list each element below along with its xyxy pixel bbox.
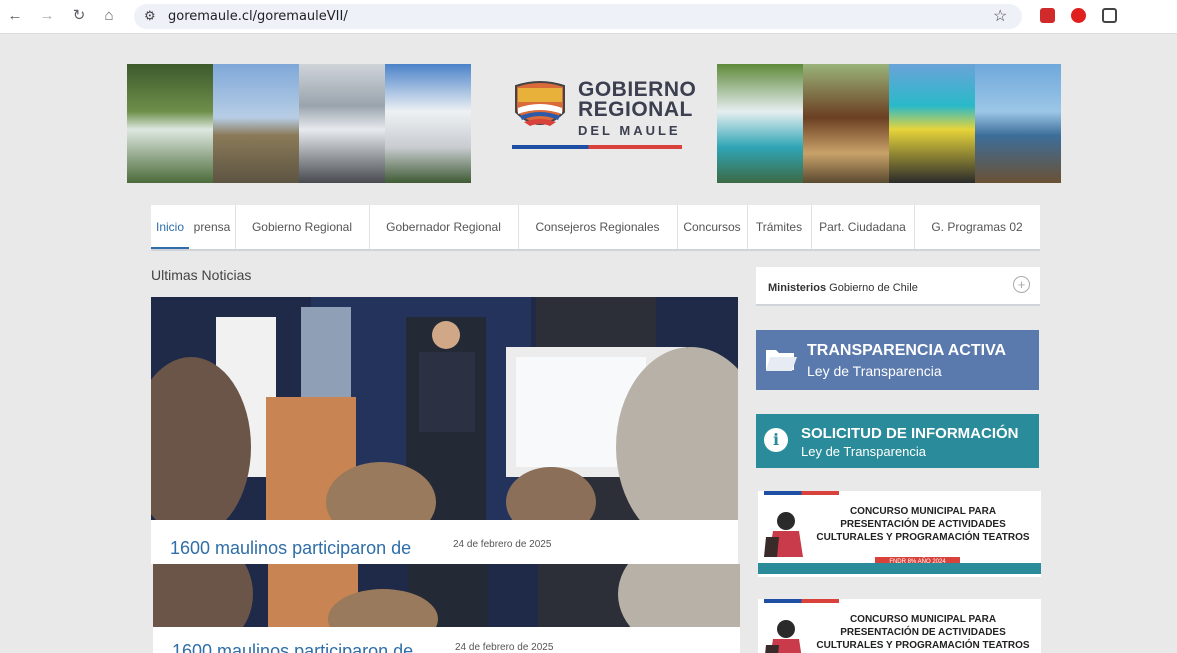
flag-stripe [764,599,839,603]
home-icon[interactable]: ⌂ [100,7,118,25]
logo-line-2: REGIONAL [578,98,693,121]
site-settings-icon[interactable]: ⚙ [144,8,156,24]
news-date: 24 de febrero de 2025 [455,642,554,653]
transparencia-title: TRANSPARENCIA ACTIVA [807,342,1007,359]
news-image[interactable] [151,297,738,520]
forward-arrow-icon[interactable]: → [38,7,56,25]
nav-gobernador-regional[interactable]: Gobernador Regional [369,205,519,249]
concurso-text: CONCURSO MUNICIPAL PARA PRESENTACIÓN DE … [798,613,1041,652]
solicitud-informacion-banner[interactable]: i SOLICITUD DE INFORMACIÓN Ley de Transp… [756,414,1039,468]
reload-icon[interactable]: ↻ [70,7,88,25]
lagoon-photo [717,64,803,183]
news-photo [153,564,740,627]
solicitud-title: SOLICITUD DE INFORMACIÓN [801,425,1019,442]
coast-photo [975,64,1061,183]
nav-prensa[interactable]: prensa [189,205,236,249]
expand-plus-icon[interactable]: + [1013,276,1030,293]
news-image[interactable] [153,564,740,627]
nav-consejeros-regionales[interactable]: Consejeros Regionales [518,205,678,249]
horses-photo [803,64,889,183]
concurso-text: CONCURSO MUNICIPAL PARA PRESENTACIÓN DE … [798,505,1041,544]
ministerios-label: Ministerios Gobierno de Chile [768,282,918,294]
section-title: Ultimas Noticias [151,267,252,283]
news-date: 24 de febrero de 2025 [453,539,552,550]
nav-tramites[interactable]: Trámites [747,205,812,249]
concurso-line-3: CULTURALES Y PROGRAMACIÓN TEATROS [816,640,1030,651]
sign-photo [213,64,299,183]
logo-line-3: DEL MAULE [578,123,681,138]
train-photo [889,64,975,183]
nav-inicio[interactable]: Inicio [151,205,189,249]
concurso-banner[interactable]: CONCURSO MUNICIPAL PARA PRESENTACIÓN DE … [758,599,1041,653]
volcano-photo [299,64,385,183]
logo-wordmark: GOBIERNO REGIONAL DEL MAULE [578,78,697,141]
pdf-extension-icon[interactable] [1040,8,1055,23]
waterfall-photo [127,64,213,183]
page-content: GOBIERNO REGIONAL DEL MAULE Inicio prens… [0,34,1177,653]
concurso-line-3: CULTURALES Y PROGRAMACIÓN TEATROS [816,532,1030,543]
nav-g-programas[interactable]: G. Programas 02 [914,205,1040,249]
gobierno-regional-logo[interactable]: GOBIERNO REGIONAL DEL MAULE [510,78,696,153]
flag-stripe [764,491,839,495]
news-card[interactable]: 1600 maulinos participaron de 24 de febr… [151,520,738,564]
address-bar[interactable]: ⚙ goremaule.cl/goremauleVII/ [134,4,1022,29]
concurso-bottom-bar [758,563,1041,574]
banner-right-photos [717,64,1061,183]
main-navigation: Inicio prensa Gobierno Regional Gobernad… [151,205,1040,251]
url-text: goremaule.cl/goremauleVII/ [168,9,348,24]
transparencia-activa-banner[interactable]: TRANSPARENCIA ACTIVA Ley de Transparenci… [756,330,1039,390]
info-icon: i [764,428,788,452]
folder-icon [766,350,797,371]
ministerios-panel[interactable]: Ministerios Gobierno de Chile + [756,267,1040,306]
concurso-line-1: CONCURSO MUNICIPAL PARA [849,614,997,625]
nav-gobierno-regional[interactable]: Gobierno Regional [235,205,370,249]
building-photo [385,64,471,183]
back-arrow-icon[interactable]: ← [6,7,24,25]
ministerios-bold: Ministerios [768,282,827,294]
ministerios-rest: Gobierno de Chile [829,282,918,294]
transparencia-subtitle: Ley de Transparencia [807,363,942,379]
logo-line-1: GOBIERNO [578,78,697,101]
banner-left-photos [127,64,471,183]
concurso-line-2: PRESENTACIÓN DE ACTIVIDADES [840,627,1006,638]
news-card[interactable]: 1600 maulinos participaron de 24 de febr… [153,627,740,653]
browser-toolbar: ← → ↻ ⌂ ⚙ goremaule.cl/goremauleVII/ ☆ [0,0,1177,34]
bookmark-star-icon[interactable]: ☆ [993,6,1007,26]
concurso-banner[interactable]: CONCURSO MUNICIPAL PARA PRESENTACIÓN DE … [758,491,1041,577]
opera-extension-icon[interactable] [1071,8,1086,23]
news-photo [151,297,738,520]
concurso-line-2: PRESENTACIÓN DE ACTIVIDADES [840,519,1006,530]
logo-flag-bar [512,145,682,149]
extensions-puzzle-icon[interactable] [1102,8,1117,23]
news-title[interactable]: 1600 maulinos participaron de [172,641,413,653]
nav-part-ciudadana[interactable]: Part. Ciudadana [811,205,915,249]
solicitud-subtitle: Ley de Transparencia [801,444,927,459]
news-title[interactable]: 1600 maulinos participaron de [170,538,411,559]
nav-concursos[interactable]: Concursos [677,205,748,249]
shield-icon [515,81,565,126]
concurso-line-1: CONCURSO MUNICIPAL PARA [849,506,997,517]
